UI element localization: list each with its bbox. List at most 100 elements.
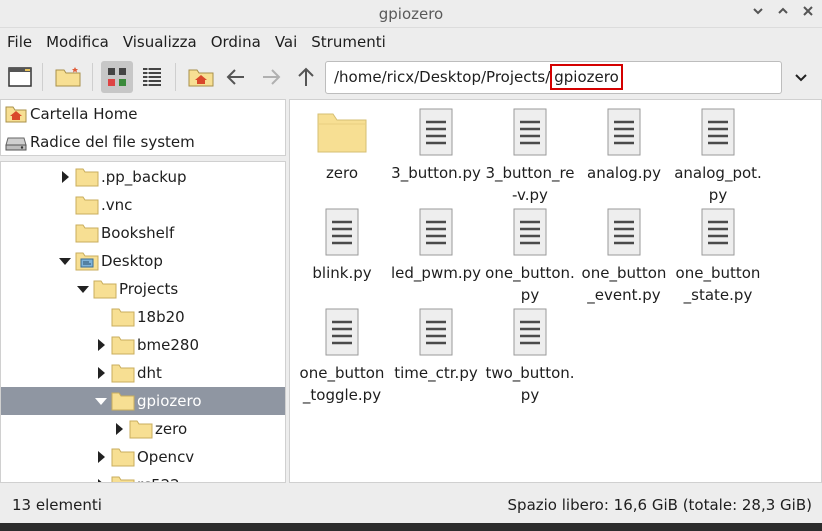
tree-item-label: .pp_backup [101, 168, 187, 186]
file-item[interactable]: one_button.py [484, 206, 576, 306]
address-path-prefix: /home/ricx/Desktop/Projects/ [334, 68, 551, 86]
forward-button[interactable] [255, 61, 287, 93]
home-icon [5, 104, 27, 124]
tree-item-projects[interactable]: Projects [1, 275, 285, 303]
tree-item-18b20[interactable]: 18b20 [1, 303, 285, 331]
tree-item-label: Opencv [137, 448, 195, 466]
expander-closed-icon[interactable] [62, 171, 69, 183]
expander-open-icon[interactable] [77, 285, 89, 293]
expander-open-icon[interactable] [95, 397, 107, 405]
file-item[interactable]: one_button_state.py [672, 206, 764, 306]
file-name: analog.py [587, 164, 661, 182]
place-home[interactable]: Cartella Home [5, 101, 138, 127]
address-bar[interactable]: /home/ricx/Desktop/Projects/gpiozero [325, 61, 782, 94]
tree-item-vnc[interactable]: .vnc [1, 191, 285, 219]
desktop-folder-icon [75, 252, 99, 271]
icon-view-icon [108, 68, 126, 86]
file-name: one_button.py [485, 264, 575, 304]
menu-ordina[interactable]: Ordina [211, 33, 261, 51]
toolbar-separator [92, 63, 93, 91]
tree-item-gpiozero[interactable]: gpiozero [1, 387, 285, 415]
file-name: one_button_event.py [581, 264, 667, 304]
menu-file[interactable]: File [7, 33, 32, 51]
address-history-button[interactable] [788, 65, 814, 91]
text-file-icon [504, 306, 556, 358]
file-name: two_button.py [485, 364, 575, 404]
folder-icon [111, 448, 135, 467]
file-item[interactable]: 3_button_re-v.py [484, 106, 576, 206]
new-window-button[interactable] [4, 61, 36, 93]
folder-icon [75, 196, 99, 215]
icon-view-button[interactable] [101, 61, 133, 93]
place-label: Radice del file system [30, 133, 195, 151]
file-name: zero [325, 164, 359, 182]
file-item[interactable]: analog_pot.py [672, 106, 764, 206]
file-view[interactable]: zero 3_button.py 3_button_re-v.py analog… [289, 99, 822, 483]
file-name: time_ctr.py [394, 364, 478, 382]
minimize-icon[interactable] [748, 4, 768, 24]
new-folder-button[interactable] [52, 61, 84, 93]
status-bar: 13 elementi Spazio libero: 16,6 GiB (tot… [0, 487, 822, 523]
file-name: analog_pot.py [674, 164, 762, 204]
file-item[interactable]: one_button_toggle.py [296, 306, 388, 406]
tree-item-label: bme280 [137, 336, 199, 354]
tree-item-bme280[interactable]: bme280 [1, 331, 285, 359]
directory-tree[interactable]: .pp_backup .vnc Bookshelf Desktop Projec… [0, 161, 286, 483]
file-item[interactable]: time_ctr.py [390, 306, 482, 384]
tree-item-label: Projects [119, 280, 179, 298]
menu-strumenti[interactable]: Strumenti [311, 33, 385, 51]
expander-closed-icon[interactable] [98, 451, 105, 463]
tree-item-rc522[interactable]: rc522 [1, 471, 285, 482]
folder-icon [111, 336, 135, 355]
tree-item-dht[interactable]: dht [1, 359, 285, 387]
new-window-icon [8, 67, 32, 87]
expander-closed-icon[interactable] [116, 423, 123, 435]
list-view-button[interactable] [136, 61, 168, 93]
maximize-icon[interactable] [773, 4, 793, 24]
file-item[interactable]: blink.py [296, 206, 388, 284]
menu-bar: File Modifica Visualizza Ordina Vai Stru… [0, 28, 822, 56]
file-item[interactable]: 3_button.py [390, 106, 482, 184]
expander-closed-icon[interactable] [98, 339, 105, 351]
file-item-folder[interactable]: zero [296, 106, 388, 184]
arrow-right-icon [263, 69, 281, 85]
toolbar-separator [175, 63, 176, 91]
folder-icon [111, 364, 135, 383]
expander-open-icon[interactable] [59, 257, 71, 265]
file-item[interactable]: two_button.py [484, 306, 576, 406]
expander-closed-icon[interactable] [98, 479, 105, 482]
arrow-left-icon [226, 69, 244, 85]
tree-item-label: zero [155, 420, 188, 438]
tree-item-zero[interactable]: zero [1, 415, 285, 443]
file-item[interactable]: led_pwm.py [390, 206, 482, 284]
home-button[interactable] [185, 61, 217, 93]
folder-icon [111, 392, 135, 411]
text-file-icon [410, 106, 462, 158]
tree-item-opencv[interactable]: Opencv [1, 443, 285, 471]
menu-modifica[interactable]: Modifica [46, 33, 109, 51]
up-button[interactable] [290, 61, 322, 93]
menu-vai[interactable]: Vai [275, 33, 297, 51]
address-current-folder: gpiozero [550, 64, 623, 90]
tree-item-bookshelf[interactable]: Bookshelf [1, 219, 285, 247]
file-item[interactable]: analog.py [578, 106, 670, 184]
text-file-icon [598, 206, 650, 258]
back-button[interactable] [220, 61, 252, 93]
tree-item-pp-backup[interactable]: .pp_backup [1, 163, 285, 191]
menu-visualizza[interactable]: Visualizza [123, 33, 197, 51]
tree-item-label: dht [137, 364, 162, 382]
item-count: 13 elementi [12, 496, 102, 514]
tree-item-label: .vnc [101, 196, 133, 214]
file-item[interactable]: one_button_event.py [578, 206, 670, 306]
expander-closed-icon[interactable] [98, 367, 105, 379]
folder-icon [111, 308, 135, 327]
tree-item-desktop[interactable]: Desktop [1, 247, 285, 275]
folder-icon [316, 106, 368, 158]
folder-icon [93, 280, 117, 299]
tree-item-label: rc522 [137, 476, 180, 482]
chevron-down-icon [795, 74, 807, 82]
file-name: blink.py [312, 264, 372, 282]
file-name: one_button_state.py [675, 264, 761, 304]
place-root[interactable]: Radice del file system [5, 129, 195, 155]
close-icon[interactable] [798, 4, 818, 24]
